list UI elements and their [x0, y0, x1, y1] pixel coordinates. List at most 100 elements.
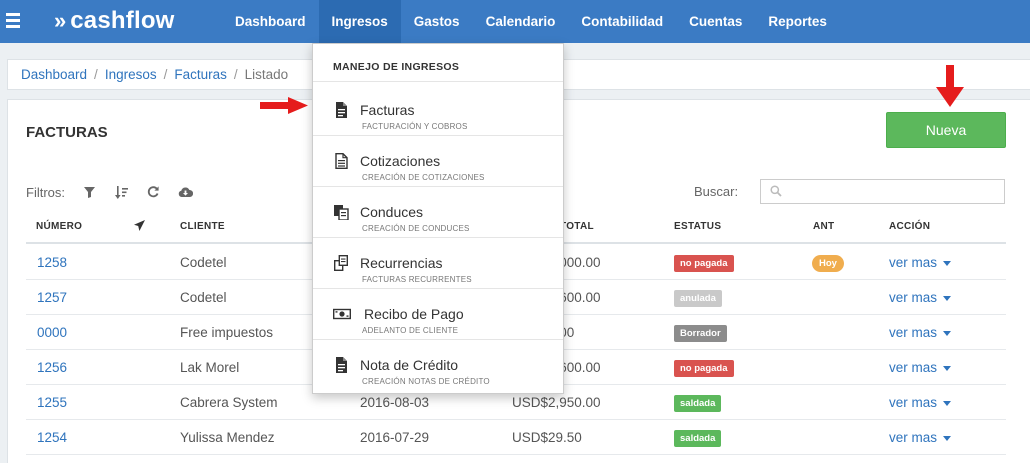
table-row: 1254 Yulissa Mendez 2016-07-29 USD$29.50…	[26, 420, 1006, 455]
breadcrumb-facturas[interactable]: Facturas	[174, 67, 227, 82]
document-lines-icon	[333, 153, 349, 169]
ver-mas-label: ver mas	[889, 360, 938, 375]
ver-mas-label: ver mas	[889, 430, 938, 445]
logo-mark: »	[54, 8, 66, 33]
ver-mas-dropdown[interactable]: ver mas	[889, 430, 952, 445]
caret-down-icon	[943, 260, 952, 266]
top-navbar: » cashflow Dashboard Ingresos Gastos Cal…	[0, 0, 1030, 43]
nav-item-dashboard[interactable]: Dashboard	[222, 0, 319, 43]
menu-item-title: Recurrencias	[360, 255, 443, 271]
nav-item-contabilidad[interactable]: Contabilidad	[568, 0, 676, 43]
menu-item-facturas[interactable]: Facturas FACTURACIÓN Y COBROS	[313, 94, 563, 145]
search-label: Buscar:	[694, 184, 739, 199]
menu-item-subtitle: FACTURAS RECURRENTES	[362, 275, 472, 284]
client-name: Cabrera System	[180, 395, 278, 410]
main-nav: Dashboard Ingresos Gastos Calendario Con…	[222, 0, 840, 43]
dropdown-divider	[313, 135, 563, 136]
menu-item-conduces[interactable]: Conduces CREACIÓN DE CONDUCES	[313, 196, 563, 247]
logo-text: cashflow	[70, 7, 175, 34]
invoice-total: USD$29.50	[512, 430, 582, 445]
invoice-date: 2016-07-29	[360, 430, 430, 445]
col-header-accion: ACCIÓN	[889, 221, 931, 232]
ver-mas-dropdown[interactable]: ver mas	[889, 325, 952, 340]
menu-item-subtitle: CREACIÓN DE CONDUCES	[362, 224, 470, 233]
dropdown-divider	[313, 237, 563, 238]
status-badge: anulada	[674, 290, 722, 307]
status-badge: saldada	[674, 430, 722, 447]
ver-mas-dropdown[interactable]: ver mas	[889, 290, 952, 305]
nav-item-gastos[interactable]: Gastos	[401, 0, 473, 43]
document-icon	[333, 357, 349, 373]
hamburger-menu-icon[interactable]	[6, 13, 20, 29]
col-header-numero[interactable]: NÚMERO	[36, 221, 82, 232]
menu-item-title: Facturas	[360, 102, 415, 118]
status-badge: no pagada	[674, 360, 734, 377]
col-header-estatus[interactable]: ESTATUS	[674, 221, 721, 232]
invoice-number-link[interactable]: 1257	[37, 290, 67, 305]
ver-mas-label: ver mas	[889, 325, 938, 340]
app-logo[interactable]: » cashflow	[54, 6, 175, 36]
breadcrumb-ingresos[interactable]: Ingresos	[105, 67, 157, 82]
cloud-download-icon[interactable]	[177, 184, 193, 200]
col-header-ant[interactable]: ANT	[813, 221, 834, 232]
refresh-icon[interactable]	[145, 184, 161, 200]
nav-item-reportes[interactable]: Reportes	[755, 0, 840, 43]
invoice-number-link[interactable]: 1258	[37, 255, 67, 270]
col-header-total[interactable]: TOTAL	[560, 221, 594, 232]
filter-icon[interactable]	[81, 184, 97, 200]
breadcrumb-dashboard[interactable]: Dashboard	[21, 67, 87, 82]
status-badge: no pagada	[674, 255, 734, 272]
col-header-cliente[interactable]: CLIENTE	[180, 221, 225, 232]
filters-bar: Filtros:	[26, 184, 193, 200]
breadcrumb-separator: /	[233, 67, 238, 82]
invoice-number-link[interactable]: 1256	[37, 360, 67, 375]
client-name: Codetel	[180, 290, 227, 305]
ver-mas-dropdown[interactable]: ver mas	[889, 395, 952, 410]
menu-item-nota-de-credito[interactable]: Nota de Crédito CREACIÓN NOTAS DE CRÉDIT…	[313, 349, 563, 400]
page-title: FACTURAS	[26, 124, 108, 141]
ver-mas-label: ver mas	[889, 290, 938, 305]
annotation-arrow-right-icon	[260, 97, 308, 114]
menu-item-recibo-de-pago[interactable]: Recibo de Pago ADELANTO DE CLIENTE	[313, 298, 563, 349]
menu-item-subtitle: FACTURACIÓN Y COBROS	[362, 122, 468, 131]
invoice-number-link[interactable]: 1255	[37, 395, 67, 410]
invoice-number-link[interactable]: 1254	[37, 430, 67, 445]
nav-item-calendario[interactable]: Calendario	[473, 0, 569, 43]
menu-item-subtitle: CREACIÓN NOTAS DE CRÉDITO	[362, 377, 490, 386]
search-input[interactable]	[760, 179, 1005, 204]
send-icon[interactable]	[134, 220, 145, 234]
breadcrumb-separator: /	[94, 67, 98, 82]
caret-down-icon	[943, 365, 952, 371]
menu-item-recurrencias[interactable]: Recurrencias FACTURAS RECURRENTES	[313, 247, 563, 298]
ver-mas-label: ver mas	[889, 395, 938, 410]
menu-item-title: Nota de Crédito	[360, 357, 459, 373]
menu-item-title: Conduces	[360, 204, 424, 220]
menu-item-cotizaciones[interactable]: Cotizaciones CREACIÓN DE COTIZACIONES	[313, 145, 563, 196]
status-badge: Borrador	[674, 325, 727, 342]
status-badge: saldada	[674, 395, 722, 412]
caret-down-icon	[943, 400, 952, 406]
new-invoice-button[interactable]: Nueva	[886, 112, 1006, 148]
breadcrumb-current: Listado	[244, 67, 289, 82]
dropdown-divider	[313, 186, 563, 187]
nav-item-ingresos[interactable]: Ingresos	[318, 0, 401, 43]
menu-item-title: Recibo de Pago	[364, 306, 464, 322]
dropdown-header: MANEJO DE INGRESOS	[333, 61, 460, 73]
ver-mas-dropdown[interactable]: ver mas	[889, 255, 952, 270]
caret-down-icon	[943, 295, 952, 301]
invoice-number-link[interactable]: 0000	[37, 325, 67, 340]
ver-mas-dropdown[interactable]: ver mas	[889, 360, 952, 375]
annotation-arrow-down-icon	[936, 65, 964, 107]
client-name: Yulissa Mendez	[180, 430, 275, 445]
document-icon	[333, 102, 349, 118]
money-icon	[332, 306, 352, 322]
caret-down-icon	[943, 330, 952, 336]
age-badge: Hoy	[812, 255, 844, 272]
duplicate-icon	[333, 254, 349, 272]
copy-icon	[333, 204, 349, 221]
dropdown-divider	[313, 339, 563, 340]
sort-icon[interactable]	[113, 184, 129, 200]
nav-item-cuentas[interactable]: Cuentas	[676, 0, 755, 43]
dropdown-divider	[313, 81, 563, 82]
search-icon	[770, 185, 782, 197]
